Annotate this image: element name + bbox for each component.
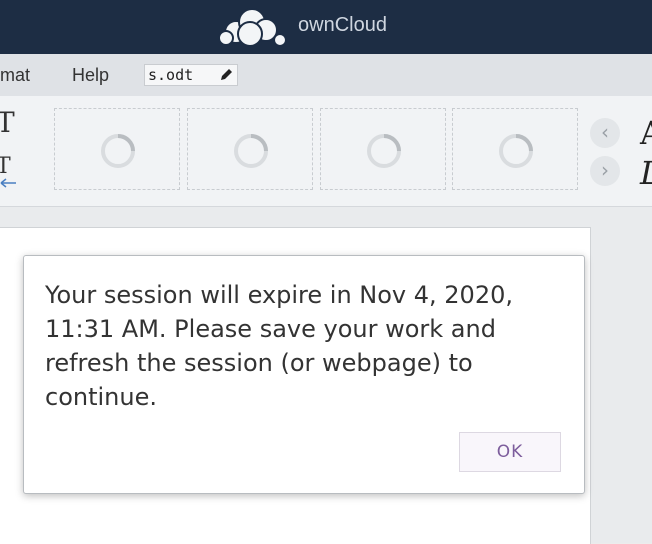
pencil-icon[interactable]: [219, 68, 233, 82]
style-preview-3[interactable]: [320, 108, 446, 190]
toolbar-right-tool-top[interactable]: A: [640, 114, 652, 152]
session-expiry-dialog: Your session will expire in Nov 4, 2020,…: [23, 255, 585, 494]
chevron-right-icon[interactable]: ›: [590, 156, 620, 186]
menu-format[interactable]: mat: [0, 65, 30, 86]
brand-name: ownCloud: [298, 14, 387, 36]
document-name-field[interactable]: s.odt: [144, 64, 238, 86]
owncloud-cloud-icon: [218, 8, 287, 47]
style-preview-4[interactable]: [452, 108, 578, 190]
dialog-message: Your session will expire in Nov 4, 2020,…: [45, 281, 513, 411]
style-preview-1[interactable]: [54, 108, 180, 190]
toolbar-tool-top[interactable]: T: [0, 106, 15, 139]
owncloud-header: ownCloud: [0, 0, 652, 54]
menu-help[interactable]: Help: [72, 65, 109, 86]
arrow-left-icon: [0, 178, 16, 188]
document-name: s.odt: [148, 66, 194, 84]
chevron-left-icon[interactable]: ‹: [590, 118, 620, 148]
loading-spinner-icon: [367, 134, 401, 168]
loading-spinner-icon: [499, 134, 533, 168]
toolbar-right-tool-bottom[interactable]: L: [640, 154, 652, 192]
loading-spinner-icon: [101, 134, 135, 168]
ok-button[interactable]: OK: [459, 432, 561, 472]
loading-spinner-icon: [234, 134, 268, 168]
style-preview-2[interactable]: [187, 108, 313, 190]
formatting-toolbar: T T ‹ › A L: [0, 96, 652, 207]
toolbar-tool-bottom[interactable]: T: [0, 154, 11, 179]
menu-bar: mat Help s.odt: [0, 54, 652, 96]
